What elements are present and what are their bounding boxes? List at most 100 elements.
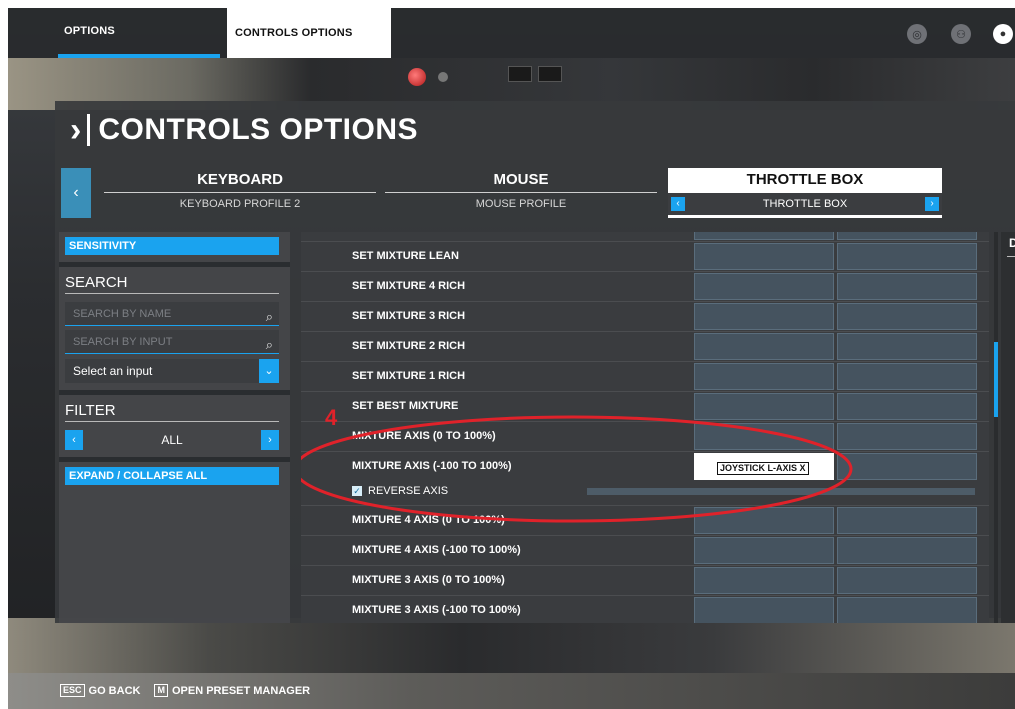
section-separator: [59, 262, 290, 267]
row-label: SET MIXTURE 2 RICH: [352, 340, 466, 352]
binding-slot[interactable]: [837, 303, 977, 330]
go-back-button[interactable]: ESC GO BACK: [60, 684, 140, 697]
select-input-value: Select an input: [73, 364, 153, 378]
binding-slot[interactable]: [837, 567, 977, 594]
binding-slot[interactable]: [837, 333, 977, 360]
device-tab-mouse[interactable]: MOUSE MOUSE PROFILE: [385, 168, 657, 218]
filter-value: ALL: [161, 433, 183, 447]
table-row[interactable]: SET MIXTURE 3 RICH: [301, 302, 989, 332]
device-prev-button[interactable]: ‹: [61, 168, 91, 218]
binding-slot[interactable]: [837, 453, 977, 480]
binding-slot[interactable]: [694, 243, 834, 270]
search-by-input-input[interactable]: SEARCH BY INPUT ⌕: [65, 330, 279, 354]
esc-key-icon: ESC: [60, 684, 85, 697]
device-profile: MOUSE PROFILE: [475, 198, 567, 210]
go-back-label: GO BACK: [88, 684, 141, 697]
row-label: SET MIXTURE 4 RICH: [352, 280, 466, 292]
sensitivity-button[interactable]: SENSITIVITY: [65, 237, 279, 255]
profile-next-button[interactable]: ›: [925, 197, 939, 211]
row-label: MIXTURE 3 AXIS (0 TO 100%): [352, 574, 505, 586]
binding-slot[interactable]: [694, 537, 834, 564]
expand-collapse-all-button[interactable]: EXPAND / COLLAPSE ALL: [65, 467, 279, 485]
open-preset-manager-label: OPEN PRESET MANAGER: [171, 684, 311, 697]
cockpit-knob: [408, 68, 426, 86]
search-label: SEARCH: [65, 274, 128, 291]
device-name: KEYBOARD: [104, 168, 376, 193]
device-profile: ‹ THROTTLE BOX ›: [668, 193, 942, 215]
table-row[interactable]: SET MIXTURE 2 RICH: [301, 332, 989, 362]
chevron-right-icon: ›: [70, 111, 82, 149]
table-row[interactable]: SET MIXTURE 1 RICH: [301, 362, 989, 392]
binding-slot[interactable]: [837, 423, 977, 450]
binding-slot[interactable]: [694, 567, 834, 594]
divider: [65, 293, 279, 294]
binding-slot[interactable]: [837, 243, 977, 270]
list-row-partial: [301, 232, 989, 242]
left-sidebar: SENSITIVITY SEARCH SEARCH BY NAME ⌕ SEAR…: [59, 232, 290, 623]
binding-slot[interactable]: [837, 507, 977, 534]
device-tab-keyboard[interactable]: KEYBOARD KEYBOARD PROFILE 2: [104, 168, 376, 218]
select-input-dropdown[interactable]: Select an input ⌄: [65, 359, 279, 383]
cockpit-switch: [508, 66, 532, 82]
cockpit-background-bottom: [8, 618, 1015, 678]
detail-column: D: [1001, 232, 1015, 623]
profile-prev-button[interactable]: ‹: [671, 197, 685, 211]
user-profile-icon[interactable]: ●: [993, 24, 1013, 44]
binding-slot[interactable]: [694, 303, 834, 330]
search-by-name-input[interactable]: SEARCH BY NAME ⌕: [65, 302, 279, 326]
controls-options-panel: › CONTROLS OPTIONS ‹ KEYBOARD KEYBOARD P…: [55, 101, 1015, 623]
device-profile: KEYBOARD PROFILE 2: [179, 198, 301, 210]
divider: [65, 421, 279, 422]
binding-slot[interactable]: [837, 273, 977, 300]
friends-icon[interactable]: ⚇: [951, 24, 971, 44]
table-row[interactable]: SET MIXTURE LEAN: [301, 242, 989, 272]
binding-slot[interactable]: [837, 363, 977, 390]
binding-slot[interactable]: [694, 597, 834, 623]
scrollbar-thumb[interactable]: [994, 342, 998, 417]
device-name: THROTTLE BOX: [668, 168, 942, 193]
binding-slot[interactable]: [694, 333, 834, 360]
table-row[interactable]: MIXTURE 4 AXIS (-100 TO 100%): [301, 536, 989, 566]
cockpit-knob-small: [438, 72, 448, 82]
filter-label: FILTER: [65, 402, 116, 419]
search-by-name-placeholder: SEARCH BY NAME: [73, 308, 172, 320]
page-title: CONTROLS OPTIONS: [98, 113, 419, 146]
row-label: SET MIXTURE 3 RICH: [352, 310, 466, 322]
tab-controls-options[interactable]: CONTROLS OPTIONS: [227, 8, 391, 58]
table-row[interactable]: MIXTURE 3 AXIS (0 TO 100%): [301, 566, 989, 596]
binding-slot[interactable]: [694, 273, 834, 300]
filter-selector: ‹ ALL ›: [65, 430, 279, 450]
binding-slot[interactable]: [694, 232, 834, 240]
title-divider: [87, 114, 91, 146]
row-label: MIXTURE 3 AXIS (-100 TO 100%): [352, 604, 521, 616]
open-preset-manager-button[interactable]: M OPEN PRESET MANAGER: [154, 684, 310, 697]
section-separator: [59, 457, 290, 462]
binding-slot[interactable]: [837, 232, 977, 240]
device-tabs: ‹ KEYBOARD KEYBOARD PROFILE 2 MOUSE MOUS…: [61, 168, 1001, 218]
table-row[interactable]: SET MIXTURE 4 RICH: [301, 272, 989, 302]
divider: [1007, 256, 1015, 257]
row-label: SET MIXTURE LEAN: [352, 250, 459, 262]
table-row[interactable]: MIXTURE 3 AXIS (-100 TO 100%): [301, 596, 989, 623]
chevron-down-icon: ⌄: [259, 359, 279, 383]
tab-options[interactable]: OPTIONS: [58, 8, 220, 58]
detail-column-label: D: [1009, 236, 1015, 250]
device-tab-throttle-box[interactable]: THROTTLE BOX ‹ THROTTLE BOX ›: [668, 168, 942, 218]
activity-icon[interactable]: ◎: [907, 24, 927, 44]
footer-actions: ESC GO BACK M OPEN PRESET MANAGER: [60, 684, 324, 697]
list-scrollbar[interactable]: [994, 232, 998, 623]
row-label: SET MIXTURE 1 RICH: [352, 370, 466, 382]
chevron-left-icon: ‹: [73, 184, 79, 201]
binding-slot[interactable]: [837, 537, 977, 564]
search-icon: ⌕: [265, 309, 273, 324]
controls-list: SET MIXTURE LEAN SET MIXTURE 4 RICH SET …: [301, 232, 989, 623]
binding-slot[interactable]: [837, 597, 977, 623]
binding-slot[interactable]: [837, 393, 977, 420]
section-separator: [59, 390, 290, 395]
top-navigation: OPTIONS CONTROLS OPTIONS ◎ ⚇ ●: [8, 8, 1015, 58]
binding-slot[interactable]: [694, 363, 834, 390]
filter-next-button[interactable]: ›: [261, 430, 279, 450]
annotation-ellipse: [301, 415, 853, 523]
search-by-input-placeholder: SEARCH BY INPUT: [73, 336, 173, 348]
device-name: MOUSE: [385, 168, 657, 193]
